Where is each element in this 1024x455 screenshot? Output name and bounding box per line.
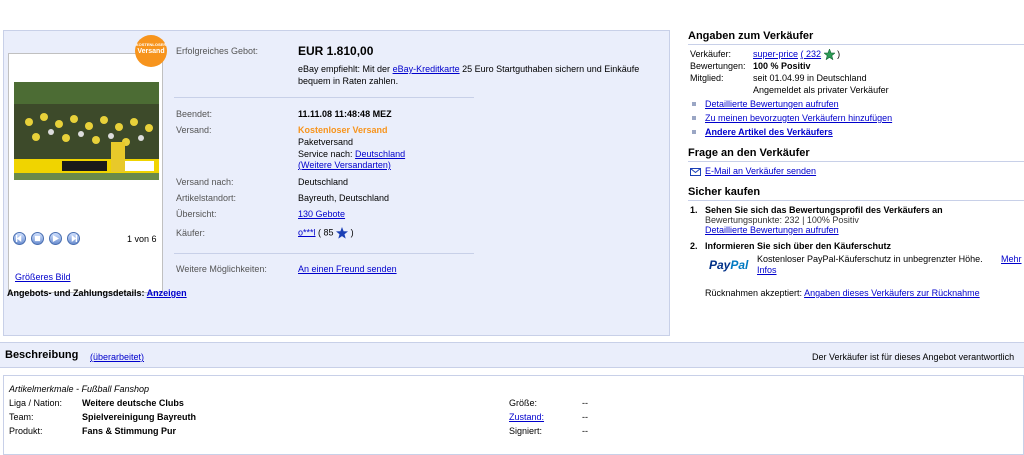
attribute-row: Team: Spielvereinigung Bayreuth (9, 412, 197, 422)
mail-icon (690, 168, 701, 176)
offer-payment-details: Angebots- und Zahlungsdetails: Anzeigen (7, 288, 187, 298)
seller-name-link[interactable]: super-price (753, 49, 798, 59)
buyer-label: Käufer: (176, 228, 206, 238)
next-icon (71, 235, 77, 242)
returns-policy-link[interactable]: Angaben dieses Verkäufers zur Rücknahme (804, 288, 980, 298)
star-icon (822, 48, 836, 61)
divider (174, 97, 474, 98)
ebay-recommendation: eBay empfiehlt: Mit der eBay-Kreditkarte… (298, 64, 640, 86)
stop-slideshow-button[interactable] (31, 232, 44, 245)
ended-label: Beendet: (176, 109, 213, 119)
star-icon (336, 227, 349, 239)
add-favorite-seller-link[interactable]: Zu meinen bevorzugten Verkäufern hinzufü… (705, 113, 892, 123)
question-title: Frage an den Verkäufer (688, 147, 1024, 162)
service-to: Service nach: Deutschland (298, 149, 406, 159)
safe-item-2: 2. Informieren Sie sich über den Käufers… (688, 241, 1024, 280)
divider (174, 253, 474, 254)
service-country-link[interactable]: Deutschland (355, 149, 405, 159)
shipping-label: Versand: (176, 125, 212, 135)
send-to-friend-link[interactable]: An einen Freund senden (298, 264, 397, 274)
winning-bid-label: Erfolgreiches Gebot: (176, 46, 259, 56)
item-photo[interactable] (14, 82, 159, 180)
seller-sidebar: Angaben zum Verkäufer Verkäufer: super-p… (688, 30, 1024, 298)
detailed-ratings-link-2[interactable]: Detaillierte Bewertungen aufrufen (705, 225, 839, 235)
previous-image-button[interactable] (13, 232, 26, 245)
email-seller-link[interactable]: E-Mail an Verkäufer senden (705, 166, 816, 176)
attributes-left: Liga / Nation: Weitere deutsche Clubs Te… (9, 398, 197, 440)
seller-row: Verkäufer: super-price ( 232 ) (690, 48, 841, 61)
condition-link[interactable]: Zustand: (509, 412, 544, 422)
paypal-logo: PayPal (709, 258, 749, 272)
attributes-title: Artikelmerkmale - Fußball Fanshop (9, 384, 150, 394)
shipping-type: Paketversand (298, 137, 354, 147)
bullet-item: Detaillierte Bewertungen aufrufen (688, 97, 1024, 111)
location-label: Artikelstandort: (176, 193, 237, 203)
buyer-info: o***l ( 85 ) (298, 227, 354, 239)
free-shipping-badge: KOSTENLOSER Versand (135, 35, 167, 67)
attribute-row: Signiert: -- (509, 426, 588, 436)
bullet-item: Zu meinen bevorzugten Verkäufern hinzufü… (688, 111, 1024, 125)
description-title: Beschreibung (5, 349, 79, 361)
paypal-text: Kostenloser PayPal-Käuferschutz in unbeg… (757, 254, 983, 264)
stadium-fans-image (14, 82, 159, 180)
attribute-row: Liga / Nation: Weitere deutsche Clubs (9, 398, 184, 408)
location-value: Bayreuth, Deutschland (298, 193, 390, 203)
bullet-item: Andere Artikel des Verkäufers (688, 125, 1024, 139)
show-details-link[interactable]: Anzeigen (147, 288, 187, 298)
revised-link[interactable]: (überarbeitet) (90, 352, 144, 362)
seller-score-link[interactable]: ( 232 (801, 49, 822, 59)
ratings-row: Bewertungen: 100 % Positiv (690, 61, 811, 71)
email-row: E-Mail an Verkäufer senden (688, 166, 1024, 180)
item-attributes-box: Artikelmerkmale - Fußball Fanshop Liga /… (3, 375, 1024, 455)
safe-item-1: 1. Sehen Sie sich das Bewertungsprofil d… (690, 205, 943, 235)
play-slideshow-button[interactable] (49, 232, 62, 245)
more-shipping-options-link[interactable]: (Weitere Versandarten) (298, 160, 391, 170)
image-page-count: 1 von 6 (127, 234, 157, 244)
other-items-link[interactable]: Andere Artikel des Verkäufers (705, 127, 833, 137)
buyer-name-link[interactable]: o***l (298, 227, 316, 237)
stop-icon (34, 235, 41, 242)
returns-row: Rücknahmen akzeptiert: Angaben dieses Ve… (705, 288, 980, 298)
attribute-row: Zustand: -- (509, 412, 588, 422)
play-icon (52, 235, 59, 242)
next-image-button[interactable] (67, 232, 80, 245)
ship-to-value: Deutschland (298, 177, 349, 187)
previous-icon (16, 235, 22, 242)
attribute-row: Größe: -- (509, 398, 588, 408)
member-row-2: Angemeldet als privater Verkäufer (753, 85, 889, 95)
safe-buying-title: Sicher kaufen (688, 186, 1024, 201)
description-header: Beschreibung (überarbeitet) Der Verkäufe… (0, 342, 1024, 368)
detailed-ratings-link[interactable]: Detaillierte Bewertungen aufrufen (705, 99, 839, 109)
more-options-label: Weitere Möglichkeiten: (176, 264, 267, 274)
more-info-link[interactable]: Mehr (1001, 254, 1022, 264)
seller-info-title: Angaben zum Verkäufer (688, 30, 1024, 45)
more-info-link-2[interactable]: Infos (757, 265, 777, 275)
listing-summary-panel: 1 von 6 Größeres Bild KOSTENLOSER Versan… (3, 30, 670, 336)
attributes-right: Größe: -- Zustand: -- Signiert: -- (509, 398, 629, 440)
larger-image-link[interactable]: Größeres Bild (15, 272, 71, 282)
photo-viewer: 1 von 6 Größeres Bild (8, 53, 163, 293)
seller-responsible-note: Der Verkäufer ist für dieses Angebot ver… (812, 352, 1015, 362)
ended-value: 11.11.08 11:48:48 MEZ (298, 109, 392, 119)
overview-label: Übersicht: (176, 209, 217, 219)
member-row: Mitglied: seit 01.04.99 in Deutschland (690, 73, 867, 83)
free-shipping-text: Kostenloser Versand (298, 125, 388, 135)
paypal-row: PayPal Kostenloser PayPal-Käuferschutz i… (705, 254, 1024, 280)
bid-history-link[interactable]: 130 Gebote (298, 209, 345, 219)
attribute-row: Produkt: Fans & Stimmung Pur (9, 426, 177, 436)
ebay-credit-card-link[interactable]: eBay-Kreditkarte (393, 64, 460, 74)
ship-to-label: Versand nach: (176, 177, 234, 187)
winning-bid-value: EUR 1.810,00 (298, 44, 374, 58)
